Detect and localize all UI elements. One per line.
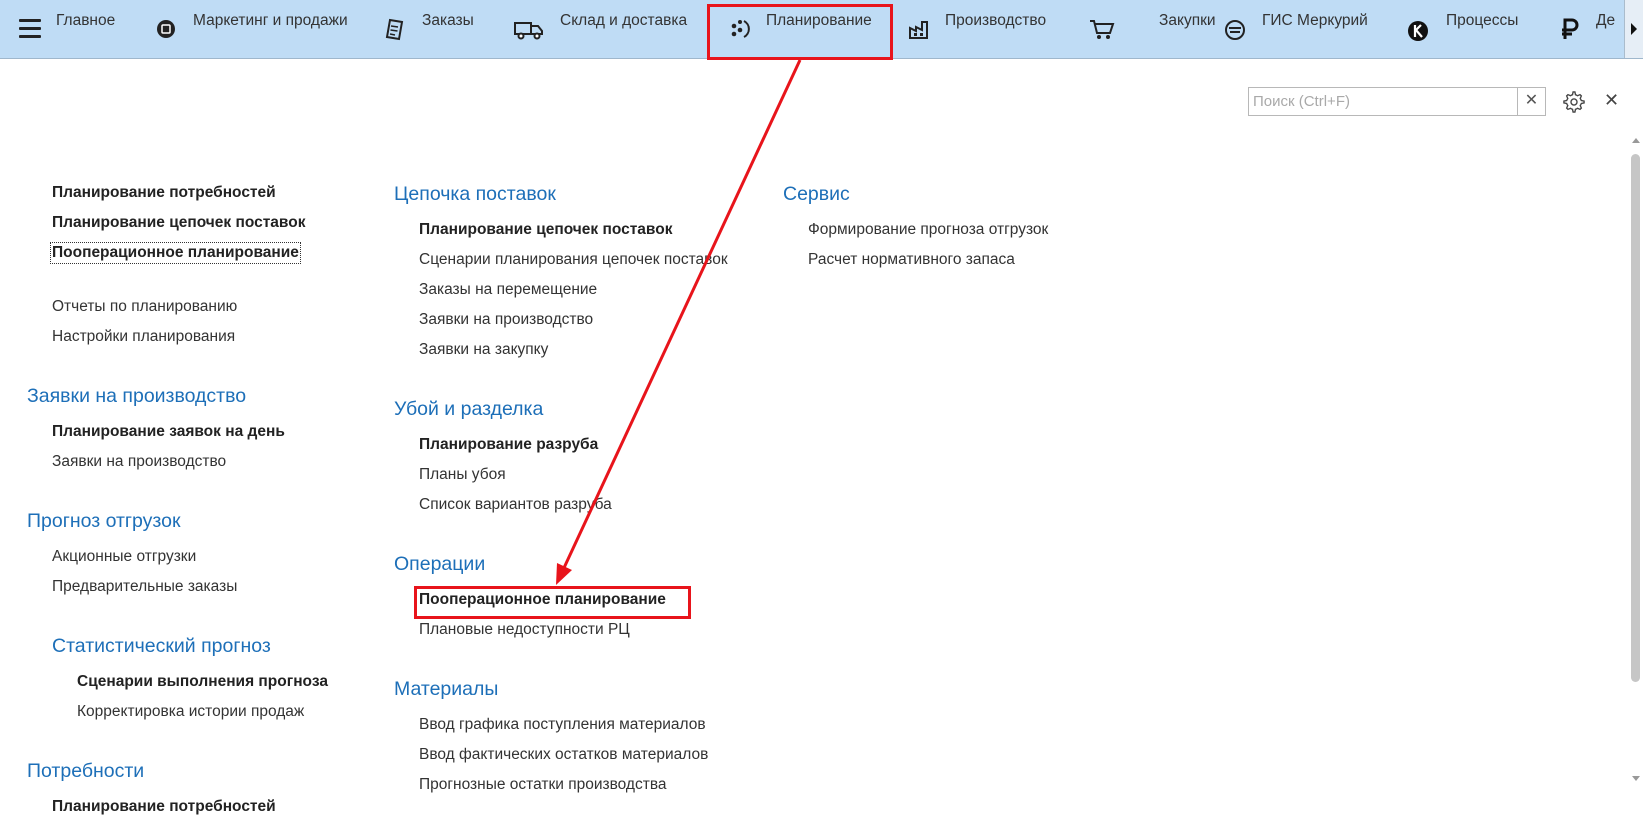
section-title: Прогноз отгрузок <box>27 510 181 532</box>
gear-icon[interactable] <box>1563 91 1585 113</box>
nav-item-orders[interactable]: Заказы <box>382 0 492 58</box>
link-supply-chain-scenarios[interactable]: Сценарии планирования цепочек поставок <box>419 251 728 269</box>
section-title: Материалы <box>394 678 499 700</box>
cart-icon <box>1090 20 1115 39</box>
nav-item-purchases[interactable]: Закупки <box>1088 0 1216 58</box>
link-planning-reports[interactable]: Отчеты по планированию <box>52 298 237 316</box>
link-operational-planning[interactable]: Пооперационное планирование <box>50 242 301 264</box>
link-transfer-orders[interactable]: Заказы на перемещение <box>419 281 597 299</box>
close-icon[interactable]: ✕ <box>1604 90 1619 111</box>
chevron-right-icon <box>1631 23 1637 35</box>
menu-icon[interactable] <box>19 19 41 39</box>
link-production-requests-2[interactable]: Заявки на производство <box>419 311 593 329</box>
link-production-requests[interactable]: Заявки на производство <box>52 453 226 471</box>
link-supply-chain-planning-2[interactable]: Планирование цепочек поставок <box>419 221 672 239</box>
nav-item-label: ГИС Меркурий <box>1262 12 1368 29</box>
link-needs-planning[interactable]: Планирование потребностей <box>52 184 276 202</box>
orders-icon <box>385 18 404 41</box>
section-title: Цепочка поставок <box>394 183 556 205</box>
link-normative-stock[interactable]: Расчет нормативного запаса <box>808 251 1015 269</box>
section-title: Заявки на производство <box>27 385 247 407</box>
link-planned-unavailability[interactable]: Плановые недоступности РЦ <box>419 621 630 639</box>
link-forecast-production-stock[interactable]: Прогнозные остатки производства <box>419 776 667 794</box>
section-title: Статистический прогноз <box>52 635 271 657</box>
marketing-icon <box>157 20 175 38</box>
truck-icon <box>514 22 543 40</box>
search-box: ✕ <box>1248 87 1546 116</box>
link-operational-planning-2[interactable]: Пооперационное планирование <box>419 591 666 609</box>
section-title: Сервис <box>783 183 850 205</box>
link-preliminary-orders[interactable]: Предварительные заказы <box>52 578 237 596</box>
link-planning-settings[interactable]: Настройки планирования <box>52 328 235 346</box>
scrollbar[interactable] <box>1630 138 1642 806</box>
scroll-down-arrow[interactable] <box>1632 776 1640 781</box>
nav-item-label: Планирование <box>766 12 872 29</box>
link-slaughter-plans[interactable]: Планы убоя <box>419 466 506 484</box>
search-clear-button[interactable]: ✕ <box>1517 88 1545 115</box>
nav-item-production[interactable]: Производство <box>906 0 1056 58</box>
top-nav-bar: Главное Маркетинг и продажи Заказы Склад… <box>0 0 1643 59</box>
nav-item-processes[interactable]: Процессы <box>1405 0 1525 58</box>
link-supply-chain-planning[interactable]: Планирование цепочек поставок <box>52 214 305 232</box>
nav-item-marketing[interactable]: Маркетинг и продажи <box>152 0 362 58</box>
planning-icon <box>731 20 750 38</box>
nav-item-label: Де <box>1596 12 1616 29</box>
search-input[interactable] <box>1249 88 1519 115</box>
nav-item-label: Заказы <box>422 12 474 29</box>
link-daily-requests-planning[interactable]: Планирование заявок на день <box>52 423 285 441</box>
nav-item-label: Склад и доставка <box>560 12 688 29</box>
processes-icon <box>1408 21 1428 41</box>
link-promo-shipments[interactable]: Акционные отгрузки <box>52 548 196 566</box>
link-material-receipt-schedule[interactable]: Ввод графика поступления материалов <box>419 716 706 734</box>
nav-item-label: Главное <box>56 12 116 29</box>
section-title: Операции <box>394 553 486 575</box>
factory-icon <box>909 21 928 39</box>
link-cutting-planning[interactable]: Планирование разруба <box>419 436 598 454</box>
nav-item-label: Процессы <box>1446 12 1519 29</box>
link-purchase-requests[interactable]: Заявки на закупку <box>419 341 548 359</box>
ruble-icon <box>1562 18 1579 39</box>
link-forecast-scenarios[interactable]: Сценарии выполнения прогноза <box>77 673 328 691</box>
nav-item-label: Производство <box>945 12 1047 29</box>
nav-item-label: Закупки <box>1159 12 1216 29</box>
link-actual-material-stock[interactable]: Ввод фактических остатков материалов <box>419 746 708 764</box>
nav-item-planning[interactable]: Планирование <box>706 0 892 58</box>
nav-item-mercury[interactable]: ГИС Меркурий <box>1222 0 1382 58</box>
link-cutting-variants[interactable]: Список вариантов разруба <box>419 496 612 514</box>
link-shipment-forecast[interactable]: Формирование прогноза отгрузок <box>808 221 1048 239</box>
section-title: Убой и разделка <box>394 398 544 420</box>
nav-scroll-right-button[interactable] <box>1624 0 1643 58</box>
nav-item-main[interactable]: Главное <box>56 0 126 58</box>
section-title: Потребности <box>27 760 145 782</box>
link-needs-planning-2[interactable]: Планирование потребностей <box>52 798 276 816</box>
scroll-thumb[interactable] <box>1631 154 1640 682</box>
scroll-up-arrow[interactable] <box>1632 138 1640 143</box>
nav-item-finance[interactable]: Де <box>1556 0 1626 58</box>
mercury-icon <box>1225 20 1245 40</box>
nav-item-label: Маркетинг и продажи <box>193 12 348 29</box>
link-sales-history-correction[interactable]: Корректировка истории продаж <box>77 703 304 721</box>
nav-item-warehouse[interactable]: Склад и доставка <box>513 0 698 58</box>
